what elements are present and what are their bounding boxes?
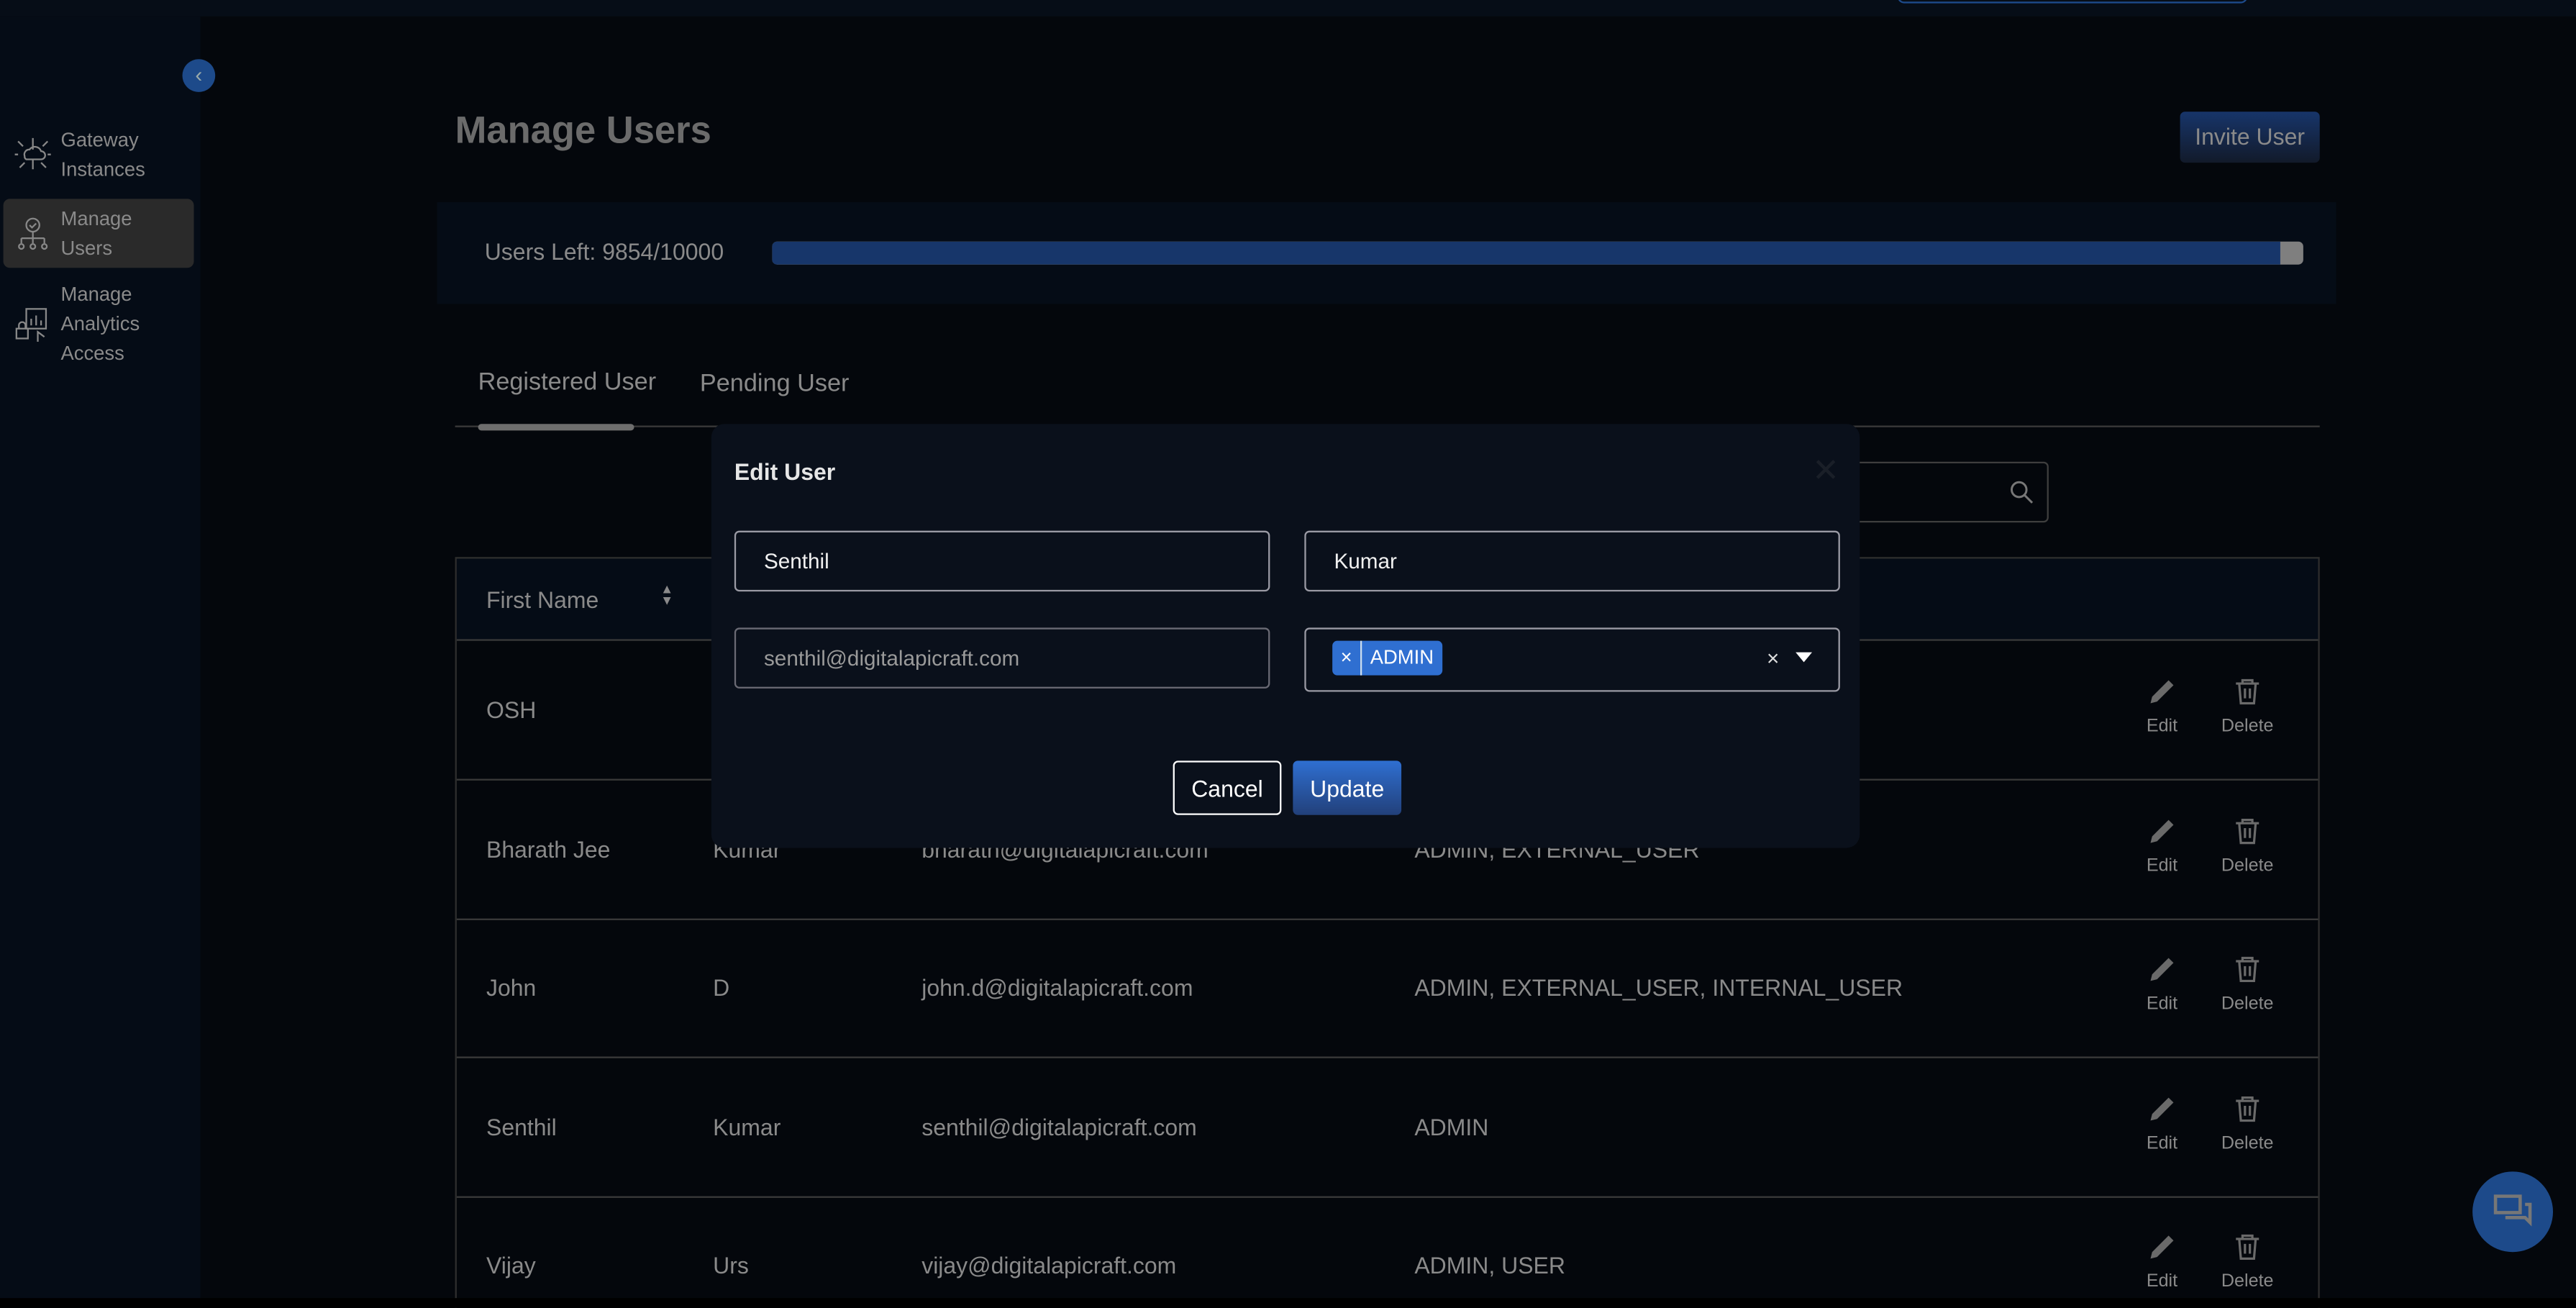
role-chip-label: ADMIN [1370,645,1434,669]
sidebar: Gateway Instances Manage Users Manage Analy… [0,16,201,1308]
chip-remove-icon[interactable]: × [1332,640,1362,676]
close-icon[interactable]: ✕ [1812,450,1839,491]
sidebar-item-manage-users[interactable]: Manage Users [3,199,194,268]
edit-label: Edit [2146,716,2178,737]
users-quota-bar-fill [772,241,2280,265]
table-row: John Djohn.d@digitalapicraft.com ADMIN, EX… [456,919,2318,1058]
top-bar [0,0,2576,17]
pencil-icon [2150,819,2174,843]
cell-first: OSH [486,696,537,723]
delete-button[interactable]: Delete [2215,1094,2280,1153]
cell-first: Bharath Jee [486,835,611,862]
update-button[interactable]: Update [1293,760,1402,815]
chevron-down-icon[interactable] [1796,652,1813,663]
cancel-button[interactable]: Cancel [1173,760,1282,815]
sidebar-item-manage-analytics-access[interactable]: Manage Analytics Access [4,279,194,368]
window-bottom-edge [0,1298,2576,1308]
nav-label: Analytics [60,312,140,335]
edit-button[interactable]: Edit [2129,1094,2195,1153]
nav-label: Instances [60,158,145,181]
trash-icon [2236,956,2259,983]
pencil-icon [2150,958,2174,981]
edit-button[interactable]: Edit [2129,677,2195,736]
nav-label: Manage [60,282,132,306]
roles-select[interactable]: × ADMIN × [1304,627,1840,692]
trash-icon [2236,1095,2259,1122]
cell-email: senthil@digitalapicraft.com [921,1113,1197,1140]
cell-first: Vijay [486,1252,536,1279]
cell-roles: ADMIN [1414,1113,1489,1140]
delete-label: Delete [2221,1271,2274,1292]
page-title: Manage Users [455,108,711,152]
chat-icon [2493,1194,2532,1227]
active-tab-indicator [478,424,634,431]
delete-label: Delete [2221,994,2274,1014]
delete-button[interactable]: Delete [2215,816,2280,875]
cell-first: Senthil [486,1113,557,1140]
cell-email: vijay@digitalapicraft.com [921,1252,1177,1279]
pencil-icon [2150,1096,2174,1120]
column-header-first-name[interactable]: First Name [486,586,599,613]
edit-label: Edit [2146,1132,2178,1153]
cell-roles: ADMIN, USER [1414,1252,1565,1279]
chat-button[interactable] [2472,1171,2554,1253]
cell-last: Kumar [713,1113,781,1140]
analytics-access-icon [15,308,47,342]
edit-button[interactable]: Edit [2129,955,2195,1014]
delete-button[interactable]: Delete [2215,1232,2280,1291]
sidebar-item-gateway-instances[interactable]: Gateway Instances [4,125,194,184]
edit-button[interactable]: Edit [2129,816,2195,875]
role-chip: × ADMIN [1332,640,1442,676]
trash-icon [2236,817,2259,844]
delete-label: Delete [2221,1132,2274,1153]
search-icon [2011,481,2034,504]
cell-last: D [713,974,730,1001]
last-name-field[interactable] [1304,530,1840,592]
cell-first: John [486,974,537,1001]
nav-label: Gateway [60,128,139,152]
pencil-icon [2150,680,2174,704]
delete-button[interactable]: Delete [2215,955,2280,1014]
pencil-icon [2150,1235,2174,1259]
first-name-field[interactable] [734,530,1270,592]
cell-last: Urs [713,1252,749,1279]
nav-label: Users [60,236,113,260]
delete-label: Delete [2221,855,2274,876]
invite-user-button[interactable]: Invite User [2180,112,2320,163]
app-window: Gateway Instances Manage Users Manage Analy… [0,0,2576,1308]
modal-title: Edit User [734,458,836,485]
cell-email: john.d@digitalapicraft.com [921,974,1193,1001]
trash-icon [2236,678,2259,705]
manage-users-icon [18,217,48,250]
edit-user-modal: Edit User ✕ × ADMIN × Cancel Update [711,424,1860,848]
trash-icon [2236,1234,2259,1260]
clear-icon[interactable]: × [1767,630,1779,687]
sort-icon[interactable]: ▲ ▼ [660,583,673,607]
table-row: Senthil Kumar senthil@digitalapicraft.com A… [456,1058,2318,1197]
nav-label: Access [60,342,124,365]
delete-button[interactable]: Delete [2215,677,2280,736]
users-left-text: Users Left: 9854/10000 [484,238,724,265]
email-field[interactable] [734,627,1270,689]
chevron-left-icon: ‹ [195,62,203,88]
top-bar-pill[interactable] [1897,0,2248,4]
table-row: Vijay Urs vijay@digitalapicraft.com ADMIN, … [457,1196,2318,1308]
collapse-sidebar-button[interactable]: ‹ [182,59,216,92]
nav-label: Manage [60,206,132,230]
tab-registered-user[interactable]: Registered User [478,368,657,396]
tab-pending-user[interactable]: Pending User [700,370,850,398]
users-quota-panel: Users Left: 9854/10000 [437,201,2336,304]
cell-roles: ADMIN, EXTERNAL_USER, INTERNAL_USER [1414,974,1903,1001]
edit-label: Edit [2146,1271,2178,1292]
gateway-cloud-icon [14,137,51,170]
users-quota-bar [772,241,2303,265]
edit-button[interactable]: Edit [2129,1232,2195,1291]
edit-label: Edit [2146,855,2178,876]
edit-label: Edit [2146,994,2178,1014]
delete-label: Delete [2221,716,2274,737]
